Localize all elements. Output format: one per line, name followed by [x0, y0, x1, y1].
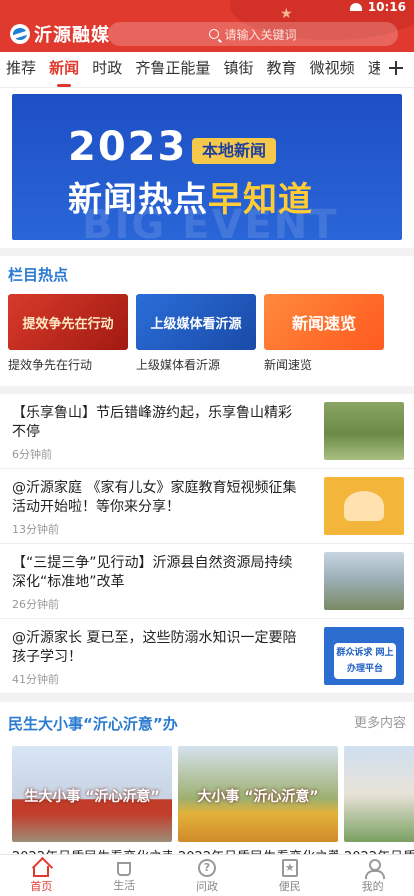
cup-icon: [117, 862, 132, 876]
hot-section-list: 提效争先在行动 提效争先在行动 上级媒体看沂源 上级媒体看沂源 新闻速览 新闻速…: [0, 294, 414, 386]
news-thumbnail: [324, 477, 404, 535]
hot-item-image: 提效争先在行动: [8, 294, 128, 350]
hot-item[interactable]: 新闻速览 新闻速览: [264, 294, 384, 374]
thumbnail-text: 群众诉求 网上办理平台: [334, 643, 396, 679]
news-item[interactable]: 【乐享鲁山】节后错峰游约起，乐享鲁山精彩不停 6分钟前: [0, 394, 414, 469]
hot-item-label: 新闻速览: [264, 358, 313, 372]
status-time: 10:16: [367, 0, 406, 14]
minsheng-card-caption: 生大小事 “沂心沂意”: [24, 789, 160, 805]
news-thumbnail: [324, 402, 404, 460]
user-icon: [364, 859, 385, 879]
nav-label: 首页: [30, 880, 53, 893]
tab-qilu-positive-energy[interactable]: 齐鲁正能量: [135, 52, 210, 84]
hot-item[interactable]: 上级媒体看沂源 上级媒体看沂源: [136, 294, 256, 374]
news-banner[interactable]: BIG EVENT 2023 本地新闻 新闻热点早知道: [12, 94, 402, 240]
nav-inquiry[interactable]: ? 问政: [166, 855, 249, 896]
minsheng-title: 民生大小事“沂心沂意”办: [8, 715, 178, 733]
tab-news[interactable]: 新闻: [49, 52, 79, 87]
minsheng-card-image: 大小事 “沂心沂意”: [178, 746, 338, 842]
minsheng-card-label: 2022年吕质民生看变化之蓉: [178, 846, 338, 854]
news-item[interactable]: @沂源家庭 《家有儿女》家庭教育短视频征集活动开始啦！等你来分享！ 13分钟前: [0, 469, 414, 544]
tab-recommend[interactable]: 推荐: [6, 52, 36, 84]
minsheng-card[interactable]: 2022年吕质: [344, 746, 414, 854]
logo-icon: [10, 24, 30, 44]
app-header: ★ 10:16 沂源融媒 请输入关键词: [0, 0, 414, 52]
home-icon: [33, 866, 50, 877]
hot-item-image: 上级媒体看沂源: [136, 294, 256, 350]
search-bar[interactable]: 请输入关键词: [108, 22, 398, 46]
news-item[interactable]: @沂源家长 夏已至，这些防溺水知识一定要陪孩子学习！ 41分钟前 群众诉求 网上…: [0, 619, 414, 694]
nav-services[interactable]: ★ 便民: [248, 855, 331, 896]
banner-tag: 本地新闻: [192, 138, 277, 164]
banner-year: 2023: [68, 124, 188, 170]
nav-profile[interactable]: 我的: [331, 855, 414, 896]
more-content-link[interactable]: 更多内容: [354, 702, 406, 746]
app-name: 沂源融媒: [34, 25, 110, 46]
search-placeholder: 请输入关键词: [224, 27, 297, 42]
status-bar: 10:16: [349, 0, 406, 14]
hot-item-label: 提效争先在行动: [8, 358, 93, 372]
add-channel-icon[interactable]: [386, 56, 406, 80]
nav-label: 我的: [361, 880, 384, 893]
star-icon: ★: [280, 6, 293, 22]
minsheng-card-caption: 大小事 “沂心沂意”: [197, 789, 319, 805]
tab-politics[interactable]: 时政: [92, 52, 122, 84]
news-item[interactable]: 【“三提三争”见行动】沂源县自然资源局持续深化“标准地”改革 26分钟前: [0, 544, 414, 619]
banner-headline: 新闻热点早知道: [68, 172, 313, 221]
hot-section-title: 栏目热点: [0, 256, 414, 294]
minsheng-card[interactable]: 生大小事 “沂心沂意” 2022年吕质民生看变化之南: [12, 746, 172, 854]
search-icon: [209, 29, 220, 39]
hot-item-image: 新闻速览: [264, 294, 384, 350]
bottom-nav: 首页 生活 ? 问政 ★ 便民 我的: [0, 854, 414, 896]
news-list: 【乐享鲁山】节后错峰游约起，乐享鲁山精彩不停 6分钟前 @沂源家庭 《家有儿女》…: [0, 394, 414, 694]
hot-item-label: 上级媒体看沂源: [136, 358, 221, 372]
news-title: @沂源家长 夏已至，这些防溺水知识一定要陪孩子学习！: [12, 630, 297, 665]
minsheng-card-label: 2022年吕质: [344, 846, 414, 854]
news-time: 26分钟前: [12, 598, 59, 611]
minsheng-card-label: 2022年吕质民生看变化之南: [12, 846, 172, 854]
minsheng-card-row[interactable]: 生大小事 “沂心沂意” 2022年吕质民生看变化之南 大小事 “沂心沂意” 20…: [0, 746, 414, 854]
nav-label: 生活: [113, 879, 136, 892]
minsheng-header: 民生大小事“沂心沂意”办 更多内容: [0, 702, 414, 746]
banner-headline-highlight: 早知道: [208, 180, 313, 220]
news-title: 【乐享鲁山】节后错峰游约起，乐享鲁山精彩不停: [12, 405, 292, 440]
banner-headline-main: 新闻热点: [68, 180, 208, 220]
news-title: 【“三提三争”见行动】沂源县自然资源局持续深化“标准地”改革: [12, 555, 293, 590]
app-logo[interactable]: 沂源融媒: [10, 21, 110, 47]
news-title: @沂源家庭 《家有儿女》家庭教育短视频征集活动开始啦！等你来分享！: [12, 480, 297, 515]
channel-tab-list: 推荐 新闻 时政 齐鲁正能量 镇街 教育 微视频 速览 联: [0, 52, 380, 88]
tab-towns[interactable]: 镇街: [223, 52, 253, 84]
hot-item[interactable]: 提效争先在行动 提效争先在行动: [8, 294, 128, 374]
news-time: 6分钟前: [12, 448, 52, 461]
minsheng-card-image: 生大小事 “沂心沂意”: [12, 746, 172, 842]
banner-section: BIG EVENT 2023 本地新闻 新闻热点早知道: [0, 88, 414, 248]
news-time: 13分钟前: [12, 523, 59, 536]
star-badge-icon: ★: [281, 859, 298, 877]
news-thumbnail: [324, 552, 404, 610]
content-scroll[interactable]: BIG EVENT 2023 本地新闻 新闻热点早知道 栏目热点 提效争先在行动…: [0, 88, 414, 854]
tab-quick-view[interactable]: 速览: [368, 52, 380, 84]
channel-tabs: 推荐 新闻 时政 齐鲁正能量 镇街 教育 微视频 速览 联: [0, 52, 414, 88]
tab-micro-video[interactable]: 微视频: [310, 52, 355, 84]
nav-label: 问政: [195, 880, 218, 893]
wifi-icon: [349, 3, 362, 11]
app-root: ★ 10:16 沂源融媒 请输入关键词 推荐 新闻 时政 齐鲁正能量 镇街 教育…: [0, 0, 414, 896]
question-icon: ?: [197, 859, 216, 877]
nav-home[interactable]: 首页: [0, 855, 83, 896]
nav-life[interactable]: 生活: [83, 855, 166, 896]
nav-label: 便民: [278, 880, 301, 893]
minsheng-card-image: [344, 746, 414, 842]
minsheng-card[interactable]: 大小事 “沂心沂意” 2022年吕质民生看变化之蓉: [178, 746, 338, 854]
news-time: 41分钟前: [12, 673, 59, 686]
tab-education[interactable]: 教育: [267, 52, 297, 84]
news-thumbnail: 群众诉求 网上办理平台: [324, 627, 404, 685]
